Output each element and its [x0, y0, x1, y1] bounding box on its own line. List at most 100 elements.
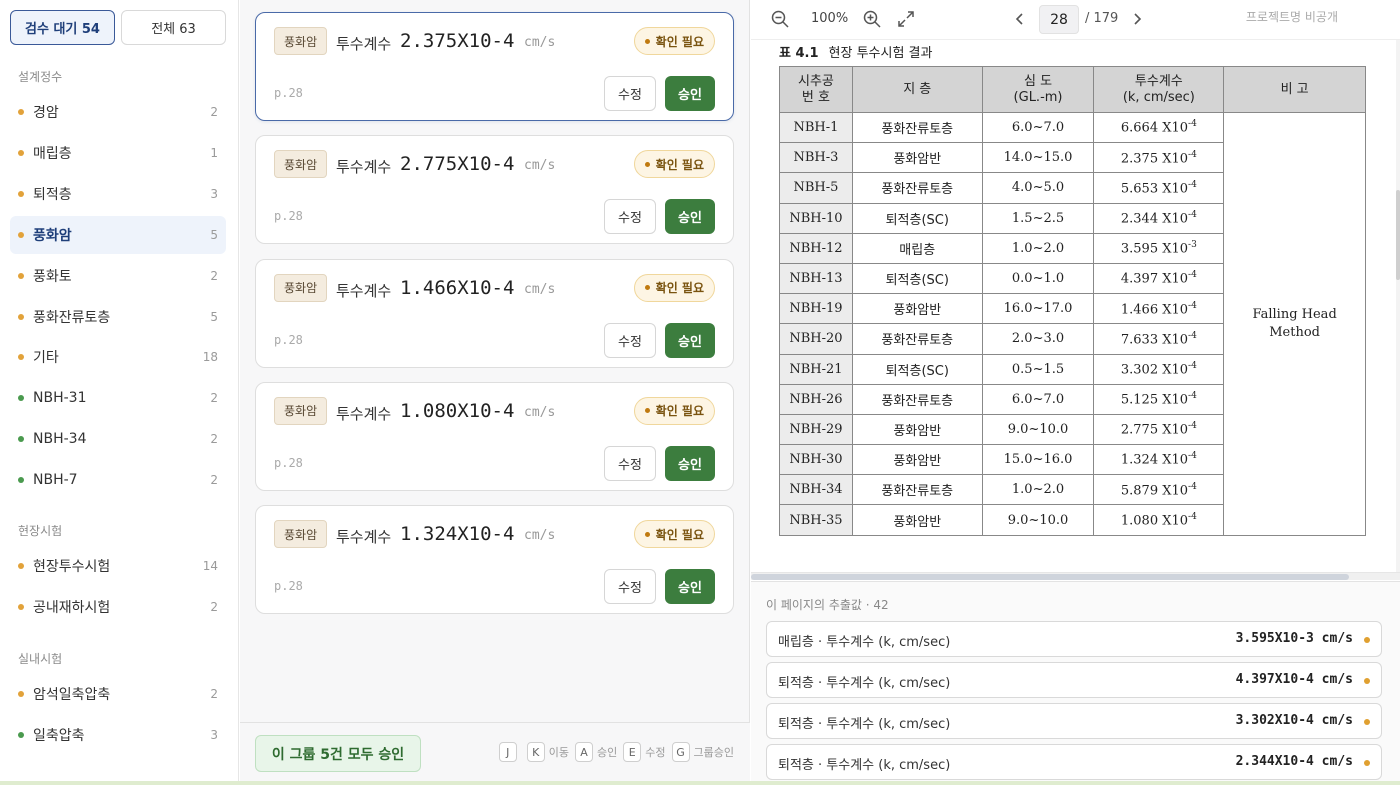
pending-dot-icon	[1364, 637, 1370, 643]
sidebar-item[interactable]: 퇴적층 3	[10, 175, 226, 213]
page-reference: p.28	[274, 455, 303, 470]
pending-dot-icon	[1364, 719, 1370, 725]
edit-button[interactable]: 수정	[604, 569, 656, 605]
review-card[interactable]: 풍화암 투수계수 2.375X10-4 cm/s 확인 필요 p.28 수정 승인	[255, 12, 734, 121]
page-number-input[interactable]: 28	[1039, 5, 1079, 34]
permeability-mantissa: 2.375	[1120, 150, 1159, 166]
permeability-exponent: -4	[1188, 421, 1197, 432]
status-badge-label: 확인 필요	[655, 527, 704, 542]
sidebar-item[interactable]: 기타 18	[10, 338, 226, 376]
sidebar-item-count: 2	[210, 599, 218, 614]
edit-button[interactable]: 수정	[604, 76, 656, 111]
extracted-value-row[interactable]: 퇴적층 · 투수계수 (k, cm/sec) 3.302X10-4 cm/s	[766, 703, 1382, 739]
status-badge: 확인 필요	[633, 396, 715, 425]
sidebar-item[interactable]: 매립층 1	[10, 134, 226, 172]
layer-tag: 풍화암	[274, 150, 328, 179]
borehole-cell: NBH-19	[779, 293, 853, 325]
status-dot-icon	[18, 563, 24, 569]
edit-button[interactable]: 수정	[604, 322, 656, 358]
sidebar-item[interactable]: 풍화토 2	[10, 257, 226, 295]
depth-cell: 15.0~16.0	[981, 444, 1095, 476]
review-card[interactable]: 풍화암 투수계수 2.775X10-4 cm/s 확인 필요 p.28 수정 승인	[255, 135, 734, 245]
layer-cell: 풍화암반	[851, 293, 983, 325]
review-card[interactable]: 풍화암 투수계수 1.466X10-4 cm/s 확인 필요 p.28 수정 승인	[255, 258, 734, 368]
layer-cell: 풍화암반	[851, 444, 983, 476]
review-card[interactable]: 풍화암 투수계수 1.080X10-4 cm/s 확인 필요 p.28 수정 승인	[255, 381, 734, 491]
borehole-cell: NBH-26	[779, 383, 853, 415]
review-card[interactable]: 풍화암 투수계수 1.324X10-4 cm/s 확인 필요 p.28 수정 승인	[255, 505, 734, 615]
fullscreen-icon[interactable]	[895, 8, 917, 30]
status-dot-icon	[18, 395, 24, 402]
status-dot-icon	[18, 231, 24, 238]
extracted-value-row[interactable]: 퇴적층 · 투수계수 (k, cm/sec) 2.344X10-4 cm/s	[766, 744, 1382, 780]
edit-button[interactable]: 수정	[604, 445, 656, 481]
sidebar-item[interactable]: 풍화잔류토층 5	[10, 298, 226, 336]
sidebar-item[interactable]: 공내재하시험 2	[10, 588, 226, 626]
status-badge-label: 확인 필요	[655, 34, 704, 49]
approve-button[interactable]: 승인	[665, 199, 715, 235]
parameter-name: 투수계수	[336, 158, 392, 177]
approve-button[interactable]: 승인	[665, 445, 715, 481]
sidebar-item[interactable]: NBH-34 2	[10, 420, 226, 458]
permeability-exponent: -4	[1188, 451, 1197, 462]
page-reference: p.28	[274, 209, 303, 224]
sidebar-item[interactable]: NBH-31 2	[10, 379, 226, 417]
shortcut-label: 이동	[548, 746, 570, 759]
borehole-cell: NBH-35	[779, 504, 853, 536]
horizontal-scroll-thumb[interactable]	[751, 574, 1349, 580]
times-ten: X10	[1158, 150, 1189, 166]
shortcut-key: A	[575, 742, 594, 762]
sidebar-item-label: 퇴적층	[33, 186, 72, 203]
sidebar-item-count: 3	[210, 186, 218, 201]
edit-button[interactable]: 수정	[604, 199, 656, 235]
layer-cell: 퇴적층(SC)	[851, 262, 983, 295]
borehole-cell: NBH-1	[779, 111, 853, 144]
depth-cell: 1.0~2.0	[981, 232, 1095, 264]
sidebar-item[interactable]: 암석일축압축 2	[10, 675, 226, 713]
extracted-label: 매립층 · 투수계수 (k, cm/sec)	[778, 635, 951, 650]
bottom-status-strip	[0, 781, 1400, 785]
sidebar-item[interactable]: 경암 2	[10, 93, 226, 131]
sidebar-item-count: 18	[202, 350, 218, 365]
approve-button[interactable]: 승인	[665, 322, 715, 358]
prev-page-icon[interactable]	[1009, 8, 1031, 30]
times-ten: X10	[1158, 211, 1189, 227]
zoom-in-icon[interactable]	[861, 8, 883, 30]
depth-cell: 14.0~15.0	[981, 142, 1095, 174]
sidebar-item-count: 2	[210, 268, 218, 283]
permeability-exponent: -4	[1188, 330, 1197, 341]
parameter-value: 1.466X10-4	[400, 276, 515, 299]
status-badge: 확인 필요	[633, 150, 715, 179]
extracted-value: 3.302X10-4 cm/s	[1235, 713, 1353, 728]
approve-button[interactable]: 승인	[665, 76, 715, 111]
extracted-value-row[interactable]: 매립층 · 투수계수 (k, cm/sec) 3.595X10-3 cm/s	[766, 621, 1382, 657]
extracted-value-row[interactable]: 퇴적층 · 투수계수 (k, cm/sec) 4.397X10-4 cm/s	[766, 662, 1382, 698]
vertical-scrollbar[interactable]	[1396, 40, 1400, 572]
sidebar-item[interactable]: 풍화암 5	[10, 215, 226, 254]
permeability-mantissa: 2.344	[1120, 211, 1159, 227]
horizontal-scrollbar[interactable]	[751, 572, 1400, 580]
zoom-out-icon[interactable]	[769, 8, 791, 30]
permeability-cell: 1.324 X10-4	[1093, 444, 1225, 476]
sidebar-item[interactable]: NBH-7 2	[10, 461, 226, 499]
vertical-scroll-thumb[interactable]	[1396, 190, 1400, 280]
layer-cell: 풍화잔류토층	[851, 172, 983, 204]
sidebar-item-count: 2	[210, 391, 218, 406]
sidebar-item-label: NBH-34	[33, 431, 87, 448]
sidebar-item[interactable]: 현장투수시험 14	[10, 547, 226, 585]
table-caption: 표 4.1 현장 투수시험 결과	[779, 42, 932, 61]
parameter-unit: cm/s	[524, 528, 556, 544]
section-label: 실내시험	[18, 652, 63, 666]
sidebar-item[interactable]: 일축압축 3	[10, 716, 226, 754]
parameter-unit: cm/s	[524, 281, 556, 297]
next-page-icon[interactable]	[1126, 8, 1148, 30]
document-viewer: 100% 28 / 179 프로젝트명 비공개 표 4.1 현장 투수시험 결과 …	[751, 0, 1400, 785]
filter-pending-button[interactable]: 검수 대기 54	[10, 10, 115, 45]
permeability-mantissa: 6.664	[1120, 120, 1159, 136]
section-label: 현장시험	[18, 524, 63, 538]
times-ten: X10	[1158, 271, 1189, 287]
approve-group-button[interactable]: 이 그룹 5건 모두 승인	[255, 735, 421, 772]
borehole-cell: NBH-12	[779, 232, 853, 264]
approve-button[interactable]: 승인	[665, 569, 715, 605]
filter-all-button[interactable]: 전체 63	[121, 10, 226, 45]
